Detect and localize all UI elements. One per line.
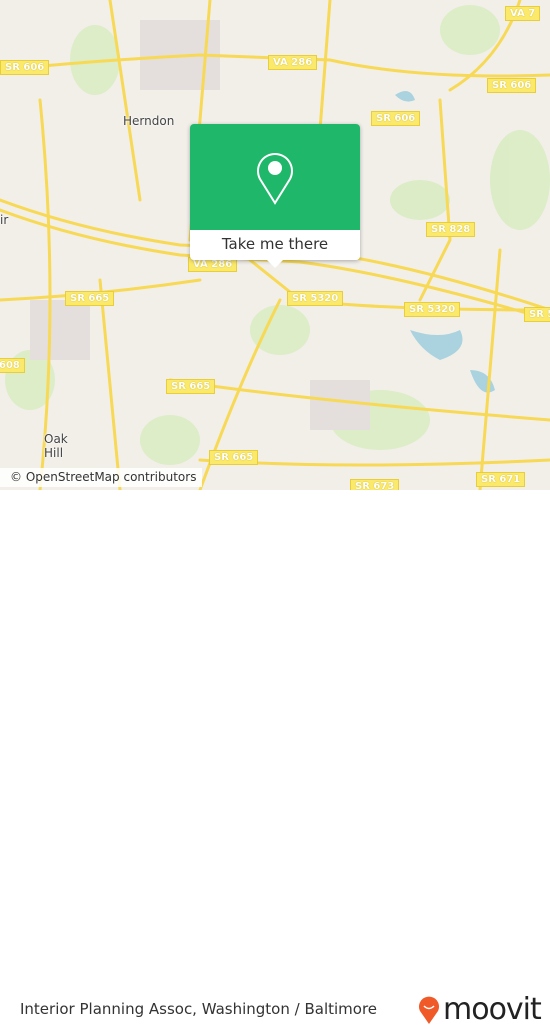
road-shield: SR 673	[350, 479, 400, 490]
place-label: Oak Hill	[44, 432, 68, 460]
road-shield: VA 286	[268, 55, 318, 70]
map-pin-icon	[257, 153, 293, 205]
moovit-pin-icon	[419, 996, 439, 1024]
popup-header	[190, 124, 360, 230]
road-shield: 608	[0, 358, 25, 373]
place-label: Herndon	[123, 114, 175, 128]
popup-tail	[267, 260, 283, 268]
road-shield: SR 665	[166, 379, 216, 394]
road-shield: SR 665	[209, 450, 259, 465]
attribution[interactable]: © OpenStreetMap contributors	[0, 468, 203, 487]
road-shield: VA 7	[505, 6, 541, 21]
location-title: Interior Planning Assoc, Washington / Ba…	[20, 1000, 378, 1018]
road-shield: SR 5	[524, 307, 550, 322]
place-label: ir	[0, 213, 9, 227]
moovit-logo: moovit	[418, 992, 542, 1027]
moovit-wordmark: moovit	[443, 992, 542, 1027]
road-shield: SR 5320	[404, 302, 461, 317]
road-shield: SR 5320	[287, 291, 344, 306]
road-shield: SR 671	[476, 472, 526, 487]
road-shield: SR 665	[65, 291, 115, 306]
road-shield: SR 606	[0, 60, 50, 75]
footer: Interior Planning Assoc, Washington / Ba…	[0, 490, 550, 1027]
take-me-there-button[interactable]: Take me there	[190, 230, 360, 260]
road-shield: SR 606	[487, 78, 537, 93]
location-popup[interactable]: Take me there	[190, 124, 360, 268]
road-shield: SR 606	[371, 111, 421, 126]
road-shield: SR 828	[426, 222, 476, 237]
